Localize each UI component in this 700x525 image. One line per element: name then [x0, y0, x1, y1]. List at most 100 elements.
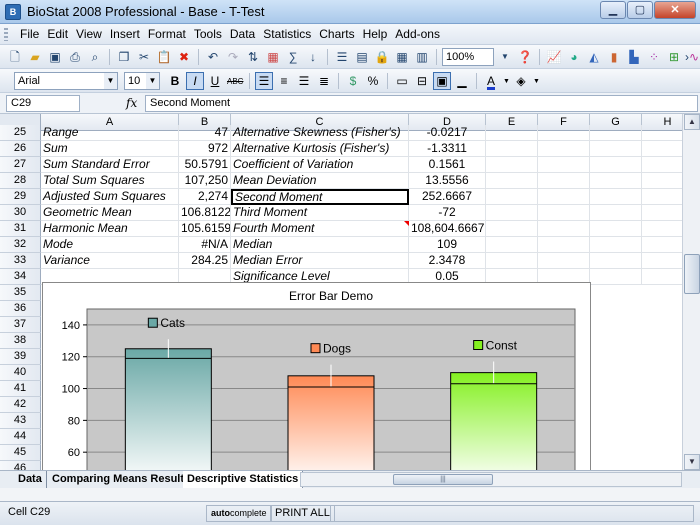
cell[interactable]: -0.0217	[409, 125, 486, 141]
new-file-icon[interactable]: 🗋	[6, 48, 24, 66]
bold-button[interactable]: B	[166, 72, 184, 90]
autocomplete-indicator[interactable]: autocomplete	[206, 505, 272, 522]
cell[interactable]	[538, 125, 590, 141]
cell[interactable]	[486, 125, 538, 141]
menu-tools[interactable]: Tools	[190, 27, 226, 41]
cell[interactable]: Alternative Skewness (Fisher's)	[231, 125, 409, 141]
redo-icon[interactable]: ↷	[224, 48, 242, 66]
cell[interactable]	[486, 157, 538, 173]
print-preview-icon[interactable]: ⌕	[86, 48, 104, 66]
row-header[interactable]: 26	[0, 141, 41, 157]
cell[interactable]	[642, 173, 682, 189]
grid-icon[interactable]: ▦	[393, 48, 411, 66]
cell[interactable]: #N/A	[179, 237, 231, 253]
cell[interactable]: 2,274	[179, 189, 231, 205]
cell[interactable]: 13.5556	[409, 173, 486, 189]
tab-descriptive-statistics[interactable]: Descriptive Statistics	[183, 471, 304, 488]
cell[interactable]: Third Moment	[231, 205, 409, 221]
cell[interactable]: Sum Standard Error	[41, 157, 179, 173]
sort-descending-icon[interactable]: ↓	[304, 48, 322, 66]
cell[interactable]	[590, 221, 642, 237]
chevron-down-icon[interactable]: ▼	[496, 48, 514, 66]
maximize-button[interactable]: ▢	[627, 1, 653, 19]
cell[interactable]	[538, 253, 590, 269]
align-left-icon[interactable]: ☰	[255, 72, 273, 90]
cell[interactable]	[486, 221, 538, 237]
open-folder-icon[interactable]: ▰	[26, 48, 44, 66]
cell[interactable]	[590, 269, 642, 285]
row-header[interactable]: 44	[0, 429, 41, 445]
vertical-scroll-thumb[interactable]	[684, 254, 700, 294]
font-size-select[interactable]: 10 ▼	[124, 72, 160, 90]
cell[interactable]	[590, 237, 642, 253]
cell[interactable]: Median	[231, 237, 409, 253]
cell[interactable]	[538, 157, 590, 173]
row-header[interactable]: 25	[0, 125, 41, 141]
row-header[interactable]: 27	[0, 157, 41, 173]
histogram-icon[interactable]: ▙	[625, 48, 643, 66]
fx-icon[interactable]: fx	[126, 96, 137, 110]
cell[interactable]	[642, 189, 682, 205]
paste-icon[interactable]: 📋	[155, 48, 173, 66]
row-header[interactable]: 28	[0, 173, 41, 189]
chart-wizard-icon[interactable]: ▦	[264, 48, 282, 66]
cell[interactable]	[590, 157, 642, 173]
row-header[interactable]: 38	[0, 333, 41, 349]
cell[interactable]: Mean Deviation	[231, 173, 409, 189]
menu-format[interactable]: Format	[144, 27, 190, 41]
name-box[interactable]: C29	[6, 95, 80, 112]
menubar-grip[interactable]	[4, 28, 8, 41]
menu-insert[interactable]: Insert	[106, 27, 144, 41]
cell[interactable]	[590, 189, 642, 205]
cell[interactable]	[590, 141, 642, 157]
scroll-up-arrow-icon[interactable]: ▲	[684, 114, 700, 130]
cell[interactable]	[538, 237, 590, 253]
row-header[interactable]: 32	[0, 237, 41, 253]
font-select[interactable]: Arial ▼	[14, 72, 118, 90]
cell[interactable]	[486, 173, 538, 189]
currency-icon[interactable]: $	[344, 72, 362, 90]
row-header[interactable]: 37	[0, 317, 41, 333]
cell[interactable]: 972	[179, 141, 231, 157]
cell[interactable]	[486, 237, 538, 253]
cell[interactable]	[538, 205, 590, 221]
menu-addons[interactable]: Add-ons	[391, 27, 444, 41]
scroll-down-arrow-icon[interactable]: ▼	[684, 454, 700, 470]
row-header[interactable]: 42	[0, 397, 41, 413]
cell[interactable]	[642, 205, 682, 221]
align-center-icon[interactable]: ≡	[275, 72, 293, 90]
chevron-down-icon[interactable]: ▼	[502, 72, 510, 90]
minimize-button[interactable]: ▁	[600, 1, 626, 19]
row-header[interactable]: 34	[0, 269, 41, 285]
formula-input[interactable]: Second Moment	[145, 95, 698, 112]
tab-comparing-means-results[interactable]: Comparing Means Results	[48, 471, 196, 488]
cell[interactable]: -1.3311	[409, 141, 486, 157]
fill-color-icon[interactable]: ◈	[512, 72, 530, 90]
cell[interactable]	[486, 189, 538, 205]
cell[interactable]: 252.6667	[409, 189, 486, 205]
chevron-down-icon[interactable]: ▼	[532, 72, 540, 90]
italic-button[interactable]: I	[186, 72, 204, 90]
sort-icon[interactable]: ⇅	[244, 48, 262, 66]
row-header[interactable]: 41	[0, 381, 41, 397]
cell[interactable]: Mode	[41, 237, 179, 253]
cell[interactable]: Total Sum Squares	[41, 173, 179, 189]
vertical-scrollbar[interactable]: ▲ ▼	[682, 114, 700, 470]
cell[interactable]: Fourth Moment	[231, 221, 409, 237]
cell[interactable]	[486, 205, 538, 221]
horizontal-scrollbar[interactable]: |||	[300, 472, 682, 487]
pie-chart-icon[interactable]: ◕	[565, 48, 583, 66]
cell[interactable]	[538, 189, 590, 205]
function-icon[interactable]: ∑	[284, 48, 302, 66]
font-color-icon[interactable]: A	[482, 72, 500, 90]
row-header[interactable]: 40	[0, 365, 41, 381]
row-header[interactable]: 35	[0, 285, 41, 301]
area-chart-icon[interactable]: ◭	[585, 48, 603, 66]
cell[interactable]: 0.1561	[409, 157, 486, 173]
cell[interactable]: Second Moment	[231, 189, 409, 205]
menu-data[interactable]: Data	[226, 27, 259, 41]
lock-icon[interactable]: 🔒	[373, 48, 391, 66]
cell[interactable]	[538, 221, 590, 237]
cell[interactable]: Coefficient of Variation	[231, 157, 409, 173]
cell[interactable]: 108,604.6667	[409, 221, 486, 237]
